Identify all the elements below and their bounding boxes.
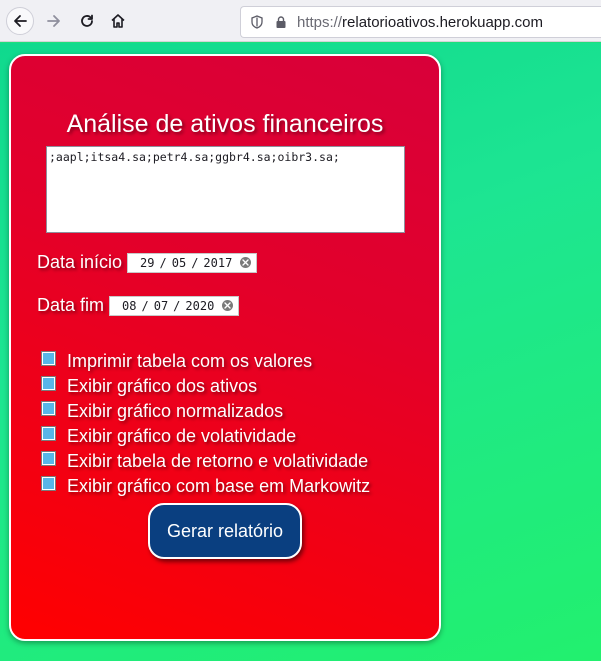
- start-date-day[interactable]: 29: [140, 256, 154, 270]
- option-label[interactable]: Exibir gráfico de volatividade: [67, 426, 296, 447]
- home-icon[interactable]: [104, 7, 132, 35]
- checkbox[interactable]: [41, 351, 56, 366]
- clear-icon[interactable]: [240, 257, 252, 268]
- option-return-volatility-table[interactable]: Exibir tabela de retorno e volatividade: [41, 449, 370, 474]
- option-markowitz-chart[interactable]: Exibir gráfico com base em Markowitz: [41, 474, 370, 499]
- checkbox[interactable]: [41, 401, 56, 416]
- shield-icon[interactable]: [249, 14, 265, 30]
- checkbox[interactable]: [41, 476, 56, 491]
- report-options: Imprimir tabela com os valores Exibir gr…: [41, 349, 370, 499]
- lock-icon[interactable]: [273, 14, 289, 30]
- end-date-label: Data fim: [37, 295, 105, 315]
- checkbox[interactable]: [41, 376, 56, 391]
- start-date-row: Data início 29/05/2017: [37, 252, 258, 273]
- page-title: Análise de ativos financeiros: [66, 110, 384, 138]
- option-label[interactable]: Exibir tabela de retorno e volatividade: [67, 451, 368, 472]
- option-label[interactable]: Exibir gráfico normalizados: [67, 401, 283, 422]
- end-date-day[interactable]: 08: [122, 299, 136, 313]
- page-content: Análise de ativos financeiros ;aapl;itsa…: [0, 43, 601, 661]
- end-date-row: Data fim 08/07/2020: [37, 295, 240, 316]
- option-label[interactable]: Exibir gráfico dos ativos: [67, 376, 257, 397]
- end-date-input[interactable]: 08/07/2020: [109, 295, 240, 316]
- start-date-year[interactable]: 2017: [203, 256, 232, 270]
- url-text[interactable]: https://relatorioativos.herokuapp.com: [297, 14, 543, 31]
- generate-report-button[interactable]: Gerar relatório: [148, 503, 302, 559]
- browser-toolbar: https://relatorioativos.herokuapp.com: [0, 0, 601, 42]
- clear-icon[interactable]: [222, 300, 234, 311]
- checkbox[interactable]: [41, 426, 56, 441]
- start-date-label: Data início: [37, 252, 123, 272]
- report-form-card: Análise de ativos financeiros ;aapl;itsa…: [9, 54, 441, 641]
- end-date-month[interactable]: 07: [154, 299, 168, 313]
- url-bar[interactable]: https://relatorioativos.herokuapp.com: [240, 6, 601, 38]
- end-date-year[interactable]: 2020: [185, 299, 214, 313]
- checkbox[interactable]: [41, 451, 56, 466]
- option-volatility-chart[interactable]: Exibir gráfico de volatividade: [41, 424, 370, 449]
- tickers-textarea[interactable]: ;aapl;itsa4.sa;petr4.sa;ggbr4.sa;oibr3.s…: [46, 146, 405, 233]
- forward-arrow-icon[interactable]: [40, 7, 68, 35]
- option-label[interactable]: Imprimir tabela com os valores: [67, 351, 312, 372]
- option-label[interactable]: Exibir gráfico com base em Markowitz: [67, 476, 370, 497]
- option-normalized-chart[interactable]: Exibir gráfico normalizados: [41, 399, 370, 424]
- option-assets-chart[interactable]: Exibir gráfico dos ativos: [41, 374, 370, 399]
- option-print-table[interactable]: Imprimir tabela com os valores: [41, 349, 370, 374]
- back-arrow-icon[interactable]: [6, 7, 34, 35]
- start-date-month[interactable]: 05: [172, 256, 186, 270]
- reload-icon[interactable]: [73, 7, 101, 35]
- start-date-input[interactable]: 29/05/2017: [127, 252, 258, 273]
